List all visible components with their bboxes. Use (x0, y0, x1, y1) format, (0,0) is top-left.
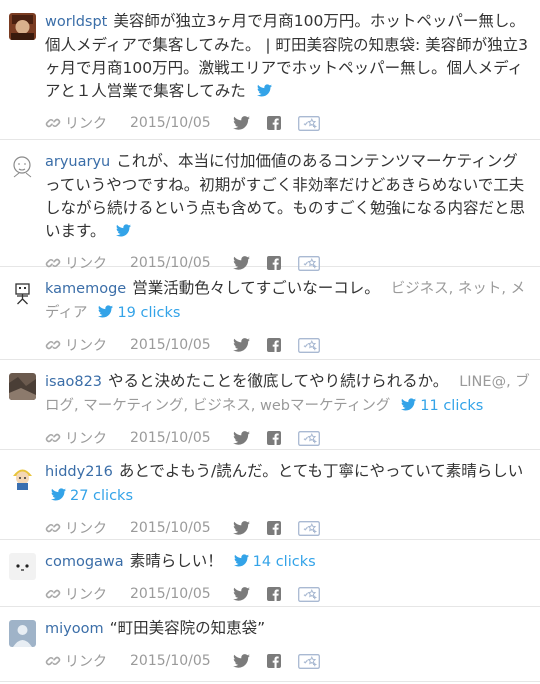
comment-meta: リンク 2015/10/05 (45, 331, 540, 359)
link-chain-icon (45, 430, 61, 446)
comment-meta: リンク 2015/10/05 (45, 514, 540, 542)
twitter-bird-icon[interactable] (116, 224, 131, 237)
link-label: リンク (65, 587, 107, 603)
link-chain-icon (45, 115, 61, 131)
user-avatar[interactable] (9, 280, 36, 307)
share-facebook-icon[interactable] (267, 654, 281, 668)
twitter-bird-icon[interactable] (257, 84, 272, 97)
clicks-count: 19 clicks (117, 305, 181, 321)
comment-item: comogawa 素晴らしい！ 14 clicks リンク 2015/10/05 (0, 540, 540, 607)
comment-text: あとでよもう/読んだ。とても丁寧にやっていて素晴らしい (118, 462, 524, 480)
bookmark-comment-list: worldspt 美容師が独立3ヶ月で月商100万円。ホットペッパー無し。個人メデ… (0, 0, 540, 682)
clicks-count: 11 clicks (420, 398, 484, 414)
comment-item: worldspt 美容師が独立3ヶ月で月商100万円。ホットペッパー無し。個人メデ… (0, 0, 540, 140)
comment-meta: リンク 2015/10/05 (45, 109, 540, 137)
user-avatar[interactable] (9, 153, 36, 180)
comment-date: 2015/10/05 (130, 653, 211, 669)
share-twitter-icon[interactable] (233, 116, 250, 130)
tweet-clicks[interactable]: 14 clicks (234, 554, 316, 570)
comment-item: hiddy216 あとでよもう/読んだ。とても丁寧にやっていて素晴らしい 27 c… (0, 450, 540, 540)
comment-item: aryuaryu これが、本当に付加価値のあるコンテンツマーケティングっていうやつ… (0, 140, 540, 272)
comment-item: miyoom “町田美容院の知恵袋” リンク 2015/10/05 (0, 607, 540, 682)
link-label: リンク (65, 654, 107, 670)
share-twitter-icon[interactable] (233, 521, 250, 535)
link-chain-icon (45, 520, 61, 536)
share-twitter-icon[interactable] (233, 431, 250, 445)
comment-body: aryuaryu これが、本当に付加価値のあるコンテンツマーケティングっていうやつ… (45, 150, 532, 243)
link-chain-icon (45, 586, 61, 602)
comment-date: 2015/10/05 (130, 430, 211, 446)
comment-link[interactable]: リンク (45, 518, 107, 538)
share-twitter-icon[interactable] (233, 338, 250, 352)
add-bookmark-icon[interactable] (298, 431, 320, 446)
tweet-clicks[interactable]: 19 clicks (98, 305, 180, 321)
link-label: リンク (65, 521, 107, 537)
link-chain-icon (45, 337, 61, 353)
comment-username[interactable]: isao823 (45, 374, 102, 390)
share-facebook-icon[interactable] (267, 521, 281, 535)
comment-body: hiddy216 あとでよもう/読んだ。とても丁寧にやっていて素晴らしい 27 c… (45, 460, 532, 508)
link-label: リンク (65, 116, 107, 132)
link-label: リンク (65, 431, 107, 447)
comment-body: worldspt 美容師が独立3ヶ月で月商100万円。ホットペッパー無し。個人メデ… (45, 10, 532, 103)
comment-link[interactable]: リンク (45, 428, 107, 448)
comment-text: 美容師が独立3ヶ月で月商100万円。ホットペッパー無し。個人メディアで集客してみ… (45, 12, 529, 100)
comment-username[interactable]: comogawa (45, 554, 124, 570)
comment-date: 2015/10/05 (130, 586, 211, 602)
comment-username[interactable]: miyoom (45, 621, 104, 637)
comment-body: kamemoge 営業活動色々してすごいなーコレ。 ビジネス, ネット, メディア… (45, 277, 532, 325)
comment-link[interactable]: リンク (45, 584, 107, 604)
comment-meta: リンク 2015/10/05 (45, 580, 540, 608)
comment-item: isao823 やると決めたことを徹底してやり続けられるか。 LINE@, ブログ… (0, 360, 540, 450)
add-bookmark-icon[interactable] (298, 338, 320, 353)
clicks-count: 27 clicks (70, 488, 134, 504)
share-twitter-icon[interactable] (233, 654, 250, 668)
comment-item: kamemoge 営業活動色々してすごいなーコレ。 ビジネス, ネット, メディア… (0, 267, 540, 360)
comment-link[interactable]: リンク (45, 651, 107, 671)
comment-body: miyoom “町田美容院の知恵袋” (45, 617, 532, 641)
user-avatar[interactable] (9, 620, 36, 647)
comment-body: comogawa 素晴らしい！ 14 clicks (45, 550, 532, 574)
twitter-bird-icon (234, 554, 249, 567)
comment-username[interactable]: aryuaryu (45, 154, 110, 170)
comment-meta: リンク 2015/10/05 (45, 647, 540, 675)
clicks-count: 14 clicks (252, 554, 316, 570)
user-avatar[interactable] (9, 13, 36, 40)
share-twitter-icon[interactable] (233, 587, 250, 601)
comment-text: “町田美容院の知恵袋” (109, 619, 266, 637)
add-bookmark-icon[interactable] (298, 587, 320, 602)
comment-meta: リンク 2015/10/05 (45, 424, 540, 452)
user-avatar[interactable] (9, 463, 36, 490)
twitter-bird-icon (98, 305, 113, 318)
twitter-bird-icon (51, 488, 66, 501)
user-avatar[interactable] (9, 373, 36, 400)
comment-body: isao823 やると決めたことを徹底してやり続けられるか。 LINE@, ブログ… (45, 370, 532, 418)
share-facebook-icon[interactable] (267, 338, 281, 352)
comment-text: 素晴らしい！ (129, 552, 223, 570)
add-bookmark-icon[interactable] (298, 521, 320, 536)
share-facebook-icon[interactable] (267, 587, 281, 601)
comment-date: 2015/10/05 (130, 520, 211, 536)
comment-username[interactable]: worldspt (45, 14, 107, 30)
comment-username[interactable]: kamemoge (45, 281, 126, 297)
comment-username[interactable]: hiddy216 (45, 464, 113, 480)
tweet-clicks[interactable]: 11 clicks (401, 398, 483, 414)
user-avatar[interactable] (9, 553, 36, 580)
twitter-bird-icon (401, 398, 416, 411)
comment-date: 2015/10/05 (130, 337, 211, 353)
add-bookmark-icon[interactable] (298, 116, 320, 131)
comment-link[interactable]: リンク (45, 113, 107, 133)
add-bookmark-icon[interactable] (298, 654, 320, 669)
link-label: リンク (65, 338, 107, 354)
comment-text: 営業活動色々してすごいなーコレ。 (132, 279, 380, 297)
link-chain-icon (45, 653, 61, 669)
share-facebook-icon[interactable] (267, 116, 281, 130)
comment-text: やると決めたことを徹底してやり続けられるか。 (108, 372, 449, 390)
share-facebook-icon[interactable] (267, 431, 281, 445)
comment-link[interactable]: リンク (45, 335, 107, 355)
comment-date: 2015/10/05 (130, 115, 211, 131)
tweet-clicks[interactable]: 27 clicks (51, 488, 133, 504)
